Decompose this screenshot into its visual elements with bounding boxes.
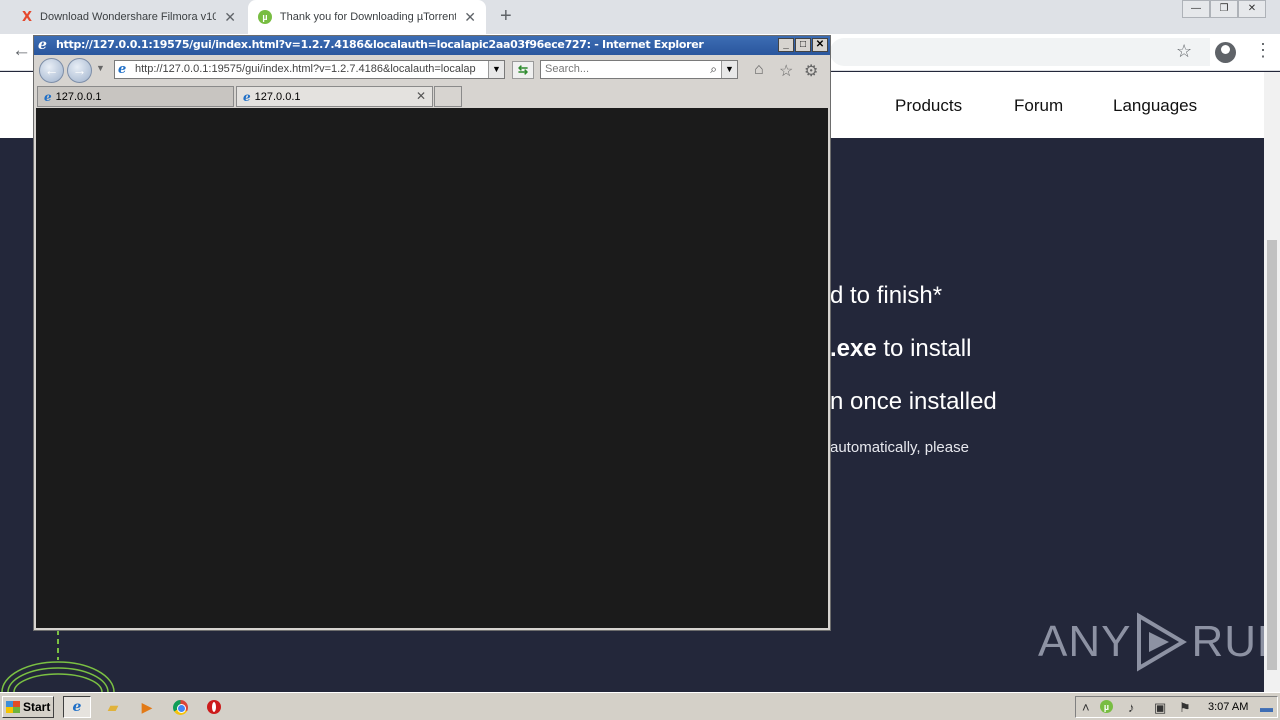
address-bar[interactable] <box>830 38 1210 66</box>
home-icon[interactable]: ⌂ <box>754 61 764 79</box>
start-label: Start <box>23 700 51 714</box>
nav-forum[interactable]: Forum <box>1014 96 1063 116</box>
taskbar-chrome-icon[interactable] <box>166 696 194 718</box>
system-tray: ˄ µ ♪ ▣ ⚑ 3:07 AM ▬ <box>1075 696 1278 718</box>
ie-tab-label: 127.0.0.1 <box>254 90 301 103</box>
step-3: n once installed <box>830 388 997 416</box>
note-text: automatically, please <box>830 439 969 456</box>
taskbar-ie-icon[interactable]: e <box>63 696 91 718</box>
nav-products[interactable]: Products <box>895 96 962 116</box>
close-button[interactable]: ✕ <box>1238 0 1266 18</box>
ie-navbar: ← → ▼ e http://127.0.0.1:19575/gui/index… <box>34 55 830 85</box>
step-text: d to finish* <box>830 282 943 309</box>
windows-logo-icon <box>6 701 20 713</box>
step-bold-text: .exe <box>830 335 877 362</box>
step-text: n once installed <box>830 388 997 415</box>
ie-page-icon: e <box>44 89 52 104</box>
ie-address-bar[interactable]: e http://127.0.0.1:19575/gui/index.html?… <box>114 60 505 79</box>
network-icon[interactable]: ▣ <box>1154 700 1166 716</box>
scroll-thumb[interactable] <box>1267 240 1277 670</box>
ie-address-text[interactable]: http://127.0.0.1:19575/gui/index.html?v=… <box>135 63 485 75</box>
x-logo-icon: X <box>22 9 33 25</box>
play-icon <box>1137 612 1188 672</box>
step-2: .exe to install <box>830 335 971 363</box>
nav-languages[interactable]: Languages <box>1113 96 1197 116</box>
ie-minimize-button[interactable]: _ <box>778 38 794 52</box>
taskbar: Start e ▰ ▶ ˄ µ ♪ ▣ ⚑ 3:07 AM ▬ <box>0 692 1280 720</box>
ie-forward-button[interactable]: → <box>67 58 92 83</box>
ie-window-title: http://127.0.0.1:19575/gui/index.html?v=… <box>56 38 704 51</box>
utorrent-tray-icon[interactable]: µ <box>1100 700 1113 713</box>
tab-title: Thank you for Downloading µTorrent <box>279 11 457 23</box>
restore-button[interactable]: ❐ <box>1210 0 1238 18</box>
taskbar-media-player-icon[interactable]: ▶ <box>133 696 161 718</box>
ie-logo-icon: e <box>38 37 47 53</box>
flag-icon[interactable]: ⚑ <box>1179 700 1191 716</box>
page-scrollbar[interactable] <box>1264 72 1280 692</box>
browser-tab-utorrent[interactable]: µ Thank you for Downloading µTorrent ✕ <box>248 0 486 34</box>
ie-tabbar: e 127.0.0.1 e 127.0.0.1 ✕ <box>34 85 830 107</box>
radar-graphic <box>0 630 120 692</box>
utorrent-icon: µ <box>258 10 272 24</box>
bookmark-star-icon[interactable]: ☆ <box>1176 41 1192 62</box>
browser-tab-filmora[interactable]: X Download Wondershare Filmora v10 ✕ <box>12 0 246 34</box>
ie-tab-1[interactable]: e 127.0.0.1 <box>37 86 234 107</box>
ie-titlebar[interactable]: e http://127.0.0.1:19575/gui/index.html?… <box>34 36 830 55</box>
ie-maximize-button[interactable]: □ <box>795 38 811 52</box>
show-desktop-icon[interactable]: ▬ <box>1260 700 1273 715</box>
ie-search-box[interactable]: Search... ⌕ ▼ <box>540 60 738 79</box>
anyrun-watermark: ANY RUN <box>1038 612 1280 672</box>
ie-new-tab-button[interactable] <box>434 86 462 107</box>
ie-refresh-button[interactable]: ⇆ <box>512 61 534 79</box>
ie-window: e http://127.0.0.1:19575/gui/index.html?… <box>33 35 831 631</box>
volume-icon[interactable]: ♪ <box>1128 700 1135 715</box>
close-icon[interactable]: ✕ <box>416 89 426 103</box>
chevron-down-icon[interactable]: ▼ <box>721 61 737 78</box>
close-icon[interactable]: ✕ <box>464 9 476 26</box>
ie-back-button[interactable]: ← <box>39 58 64 83</box>
ie-page-icon: e <box>243 89 251 104</box>
taskbar-folder-icon[interactable]: ▰ <box>99 696 127 718</box>
chevron-up-icon[interactable]: ˄ <box>1082 700 1090 715</box>
taskbar-opera-icon[interactable] <box>200 696 228 718</box>
close-icon[interactable]: ✕ <box>224 9 236 26</box>
back-arrow-icon[interactable]: ← <box>12 40 31 62</box>
ie-page-icon: e <box>118 62 127 77</box>
chrome-tabstrip: X Download Wondershare Filmora v10 ✕ µ T… <box>0 0 1280 34</box>
minimize-button[interactable]: — <box>1182 0 1210 18</box>
clock[interactable]: 3:07 AM <box>1208 701 1248 713</box>
ie-search-placeholder[interactable]: Search... <box>545 63 589 75</box>
window-controls: — ❐ ✕ <box>1182 0 1266 18</box>
ie-content-area[interactable] <box>36 108 828 628</box>
tab-title: Download Wondershare Filmora v10 <box>40 11 217 23</box>
gear-icon[interactable]: ⚙ <box>804 61 818 81</box>
chevron-down-icon[interactable]: ▼ <box>488 61 504 78</box>
step-1: d to finish* <box>830 282 942 310</box>
ie-window-controls: _ □ ✕ <box>778 38 828 52</box>
ie-close-button[interactable]: ✕ <box>812 38 828 52</box>
chevron-down-icon[interactable]: ▼ <box>96 63 105 73</box>
start-button[interactable]: Start <box>2 696 54 718</box>
step-text: to install <box>876 335 972 362</box>
new-tab-button[interactable]: + <box>500 5 512 28</box>
ie-tab-label: 127.0.0.1 <box>55 90 102 103</box>
ie-tab-2[interactable]: e 127.0.0.1 ✕ <box>236 86 433 107</box>
menu-icon[interactable]: ⋮ <box>1254 40 1272 61</box>
profile-icon[interactable] <box>1215 42 1236 63</box>
watermark-text: ANY <box>1038 617 1132 666</box>
search-icon[interactable]: ⌕ <box>710 62 717 77</box>
favorites-star-icon[interactable]: ☆ <box>779 61 793 81</box>
